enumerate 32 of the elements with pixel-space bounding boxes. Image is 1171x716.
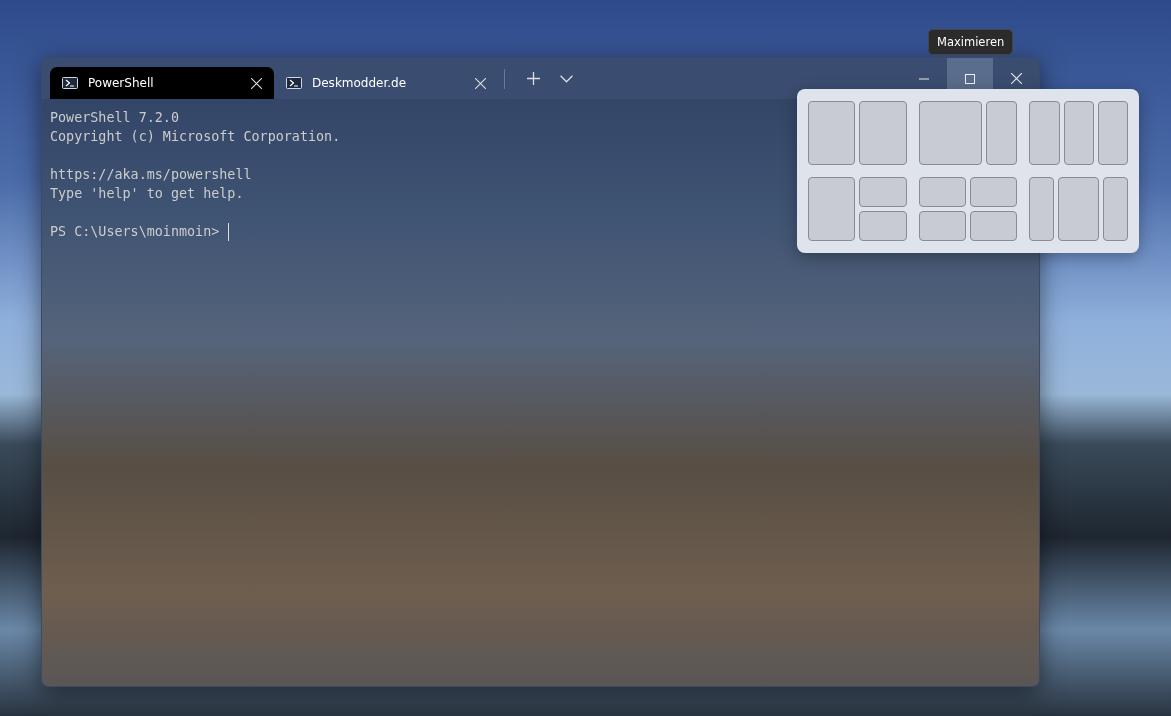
chevron-down-icon[interactable] [560,74,573,83]
tooltip: Maximieren [928,29,1014,55]
snap-zone[interactable] [1063,101,1094,165]
close-icon [1010,73,1022,84]
tab[interactable]: PowerShell [50,67,274,99]
maximize-icon [965,73,975,84]
terminal-output-line: Copyright (c) Microsoft Corporation. [50,128,341,146]
plus-icon[interactable] [527,72,540,85]
snap-zone[interactable] [970,211,1018,241]
snap-zone[interactable] [918,211,966,241]
terminal-icon [62,77,78,89]
minimize-icon [919,77,929,80]
tab-title: Deskmodder.de [312,76,408,90]
terminal-prompt: PS C:\Users\moinmoin> [50,223,220,241]
snap-zone[interactable] [918,177,966,207]
close-icon[interactable] [251,77,262,89]
tab[interactable]: Deskmodder.de [274,67,498,99]
snap-zone[interactable] [859,211,907,241]
close-icon[interactable] [475,77,486,89]
snap-zone[interactable] [1103,177,1128,241]
snap-zone[interactable] [970,177,1018,207]
terminal-icon [286,77,302,89]
snap-zone[interactable] [1029,177,1054,241]
snap-zone[interactable] [1057,177,1100,241]
terminal-output-line: Type 'help' to get help. [50,185,244,203]
snap-zone[interactable] [1097,101,1128,165]
snap-zone[interactable] [808,101,856,165]
tab-title: PowerShell [88,76,155,90]
terminal-output-line: https://aka.ms/powershell [50,166,252,184]
terminal-output-line: PowerShell 7.2.0 [50,109,179,127]
snap-zone[interactable] [859,177,907,207]
snap-zone[interactable] [808,177,856,241]
